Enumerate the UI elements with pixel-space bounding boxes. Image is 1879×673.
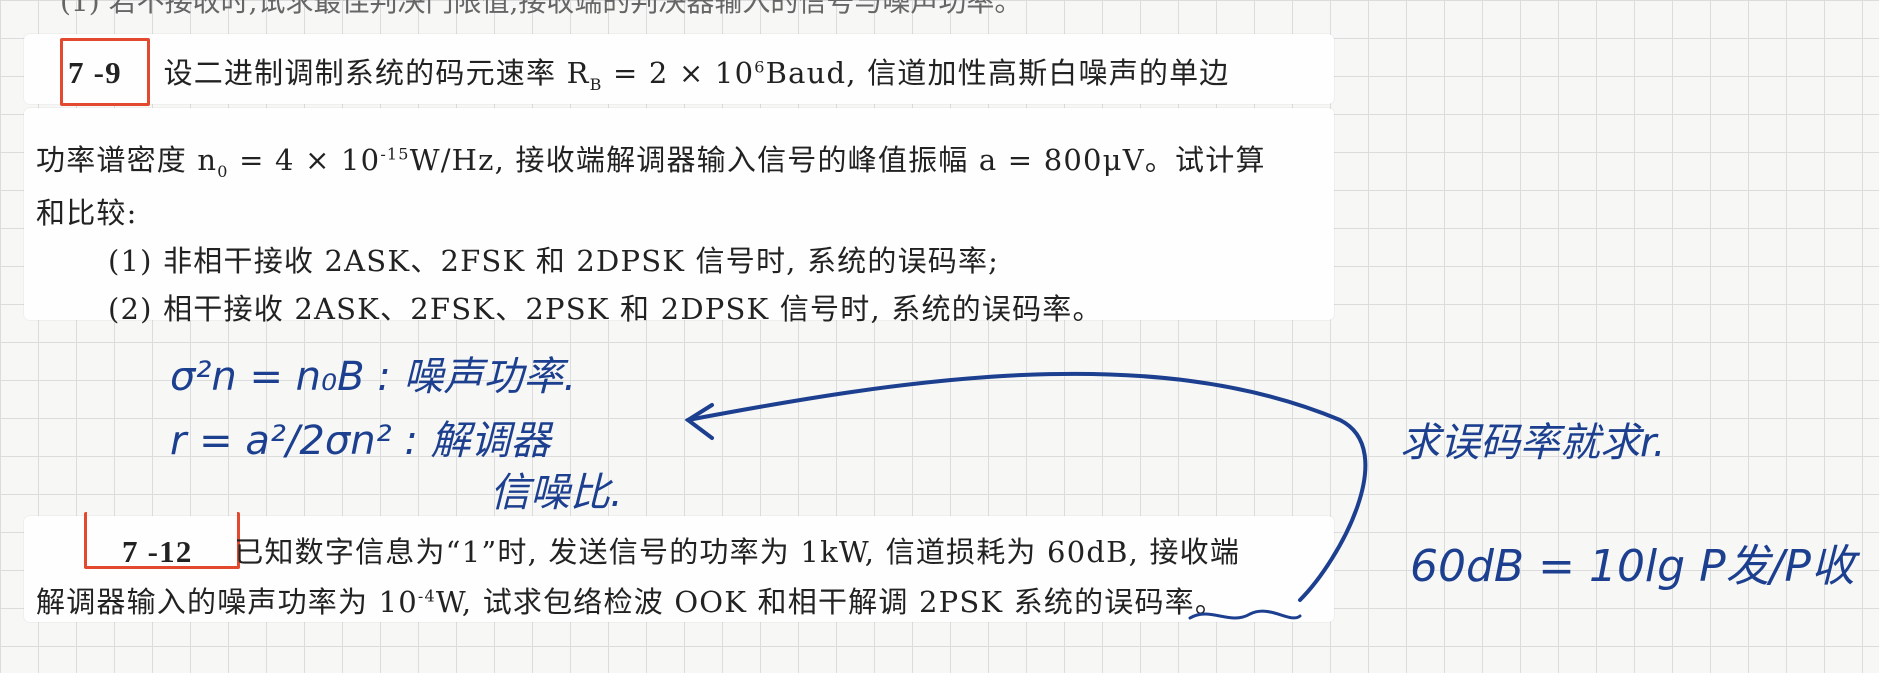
handwritten-arrow-annotation: [684, 371, 1368, 620]
